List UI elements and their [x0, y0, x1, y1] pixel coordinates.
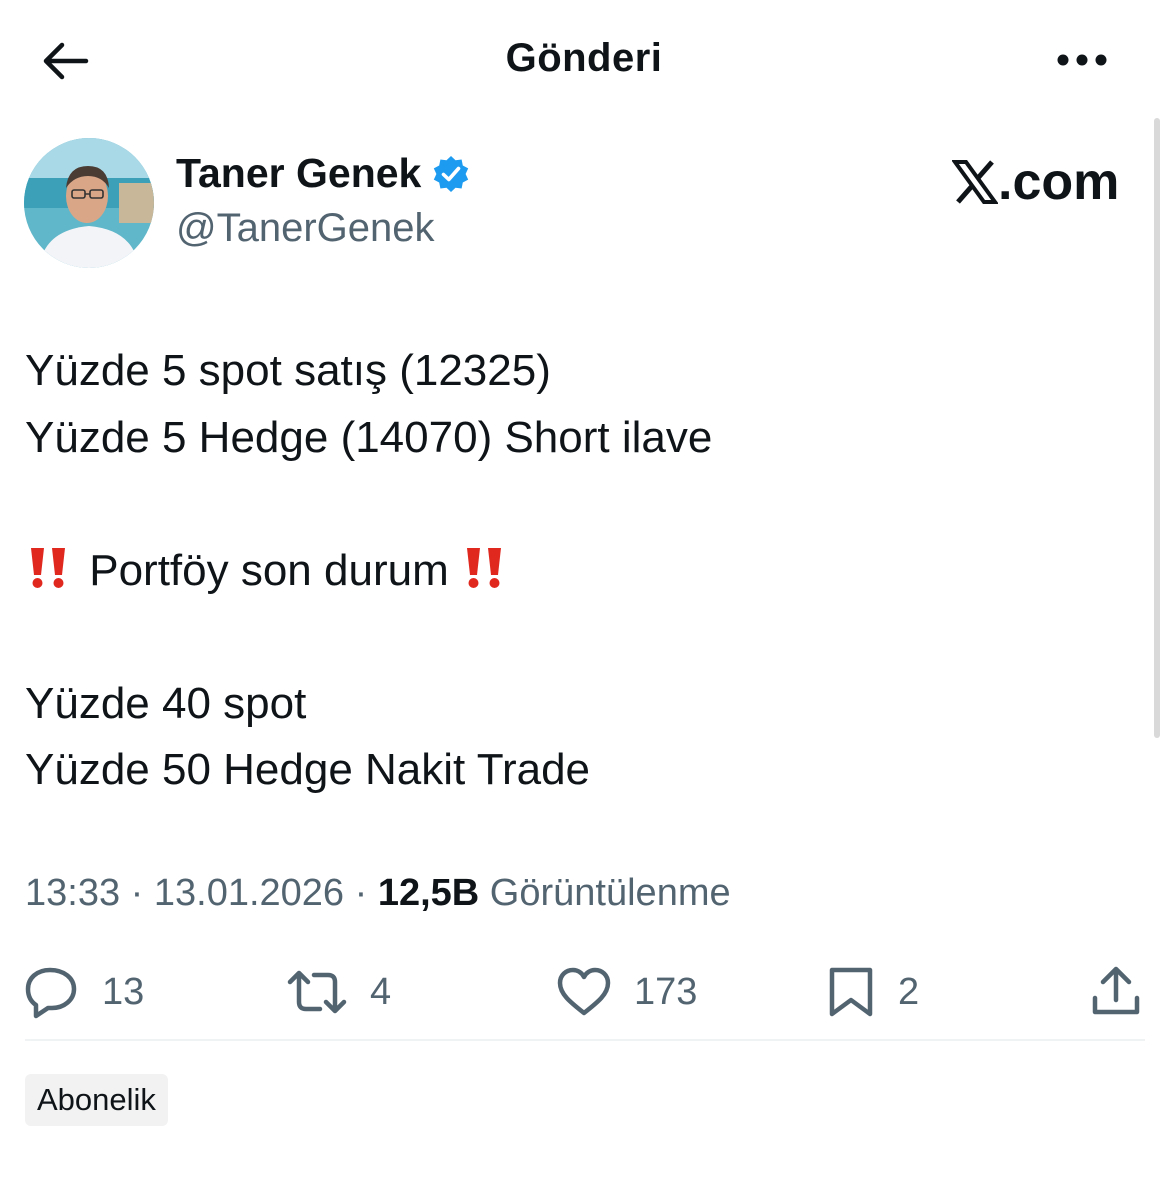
meta-separator: ·: [344, 872, 378, 914]
tweet-line-empty: [25, 471, 1145, 538]
x-logo-icon: [952, 160, 998, 204]
tweet-line-text: Portföy son durum: [77, 545, 461, 595]
views-count[interactable]: 12,5B: [378, 872, 479, 914]
bookmark-icon: [829, 967, 873, 1017]
bookmark-count: 2: [898, 970, 920, 1013]
author-name-row: Taner Genek: [176, 150, 471, 197]
post-time[interactable]: 13:33: [25, 872, 120, 914]
repost-count: 4: [370, 970, 392, 1013]
site-badge-text: .com: [998, 153, 1120, 211]
double-exclamation-icon: [31, 547, 65, 588]
tweet-line: Yüzde 5 Hedge (14070) Short ilave: [25, 412, 713, 462]
repost-button[interactable]: 4: [286, 964, 391, 1020]
tweet-meta: 13:33 · 13.01.2026 · 12,5B Görüntülenme: [25, 872, 731, 915]
bookmark-button[interactable]: 2: [826, 964, 919, 1020]
tweet-text: Yüzde 5 spot satış (12325) Yüzde 5 Hedge…: [25, 338, 1145, 804]
divider: [25, 1039, 1145, 1041]
scrollbar[interactable]: [1154, 118, 1160, 738]
post-page: Gönderi Taner Genek @TanerGenek .com Yüz…: [0, 0, 1168, 1200]
tweet-line: Yüzde 5 spot satış (12325): [25, 346, 551, 395]
share-icon: [1092, 966, 1140, 1015]
subscription-chip[interactable]: Abonelik: [25, 1074, 168, 1126]
author-name[interactable]: Taner Genek: [176, 150, 421, 197]
top-bar: Gönderi: [0, 0, 1168, 120]
x-com-badge: .com: [952, 152, 1119, 212]
double-exclamation-icon: [466, 547, 501, 588]
meta-separator: ·: [120, 872, 154, 914]
more-button[interactable]: [1050, 40, 1114, 80]
tweet-line: Yüzde 40 spot: [25, 678, 307, 728]
reply-count: 13: [102, 970, 145, 1013]
reply-button[interactable]: 13: [24, 964, 144, 1020]
share-button[interactable]: [1090, 964, 1142, 1020]
views-label: Görüntülenme: [479, 872, 731, 914]
repost-icon: [287, 970, 347, 1014]
action-bar: 13 4 173 2: [0, 950, 1168, 1034]
tweet-line: Yüzde 50 Hedge Nakit Trade: [25, 745, 591, 794]
post-date[interactable]: 13.01.2026: [154, 872, 344, 914]
tweet-line-empty: [25, 604, 1145, 671]
verified-icon: [434, 155, 469, 192]
avatar-photo: [24, 138, 154, 268]
tweet-line-portfolio: Portföy son durum: [25, 538, 1145, 605]
more-icon: [1057, 54, 1107, 66]
like-count: 173: [634, 970, 698, 1013]
page-title: Gönderi: [505, 36, 663, 80]
like-button[interactable]: 173: [556, 964, 697, 1020]
author-handle[interactable]: @TanerGenek: [176, 206, 435, 251]
like-icon: [557, 967, 611, 1016]
avatar[interactable]: [24, 138, 154, 268]
reply-icon: [25, 967, 77, 1019]
